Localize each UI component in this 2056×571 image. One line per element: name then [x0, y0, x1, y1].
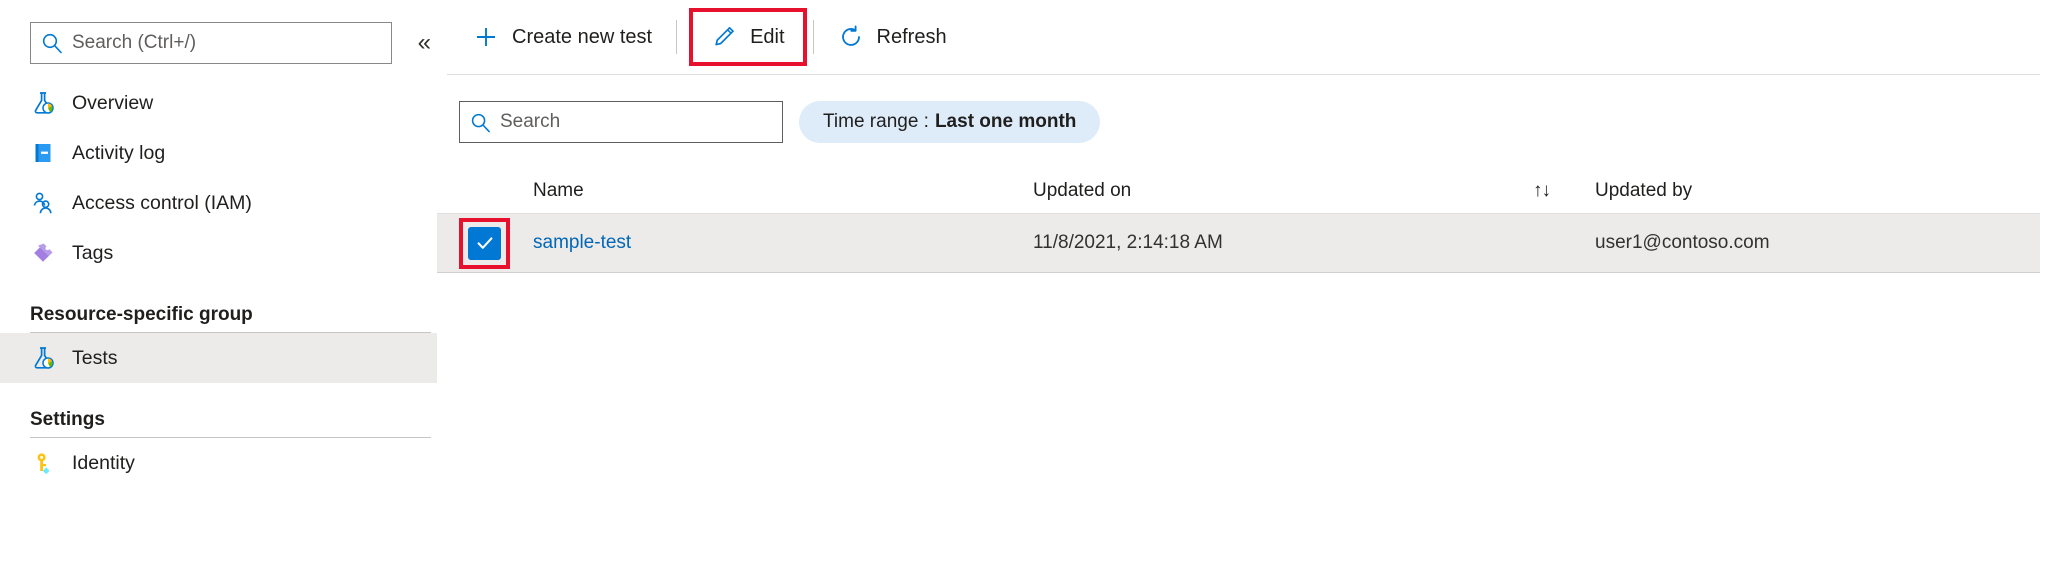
row-checkbox-highlight	[459, 217, 510, 269]
sort-arrows-glyph: ↑↓	[1533, 180, 1551, 201]
pencil-icon	[711, 24, 737, 50]
time-range-label: Time range :	[823, 111, 929, 132]
test-updated-by: user1@contoso.com	[1595, 232, 1770, 253]
refresh-label: Refresh	[876, 25, 947, 48]
sidebar-item-label: Tags	[72, 241, 114, 264]
edit-button[interactable]: Edit	[703, 14, 792, 60]
command-toolbar: Create new test Edit Refresh	[437, 0, 2056, 74]
tag-icon	[30, 240, 56, 266]
table-header-row: Name Updated on ↑↓ Updated by	[437, 169, 2040, 214]
time-range-filter[interactable]: Time range : Last one month	[799, 101, 1101, 143]
sidebar-item-access-control[interactable]: Access control (IAM)	[0, 178, 437, 228]
tests-table: Name Updated on ↑↓ Updated by sample-tes…	[437, 169, 2056, 273]
sidebar-item-tags[interactable]: Tags	[0, 228, 437, 278]
access-control-icon	[30, 190, 56, 216]
sidebar-item-label: Activity log	[72, 141, 166, 164]
list-search-input[interactable]	[500, 111, 772, 133]
refresh-button[interactable]: Refresh	[824, 14, 961, 60]
sidebar-search-input[interactable]	[72, 32, 381, 54]
sidebar-item-tests[interactable]: Tests	[0, 333, 437, 383]
row-select-cell	[459, 217, 533, 269]
toolbar-separator	[812, 20, 814, 54]
sidebar-item-activity-log[interactable]: Activity log	[0, 128, 437, 178]
main-content: Create new test Edit Refresh Search Time…	[437, 0, 2056, 571]
edit-label: Edit	[750, 25, 785, 48]
flask-chart-icon	[30, 90, 56, 116]
row-checkbox[interactable]	[468, 226, 501, 260]
column-header-updated-by[interactable]: Updated by	[1595, 180, 2040, 202]
column-header-updated-on[interactable]: Updated on	[1033, 180, 1533, 202]
sidebar-item-label: Overview	[72, 91, 154, 114]
table-row[interactable]: sample-test 11/8/2021, 2:14:18 AM user1@…	[437, 214, 2040, 273]
collapse-sidebar-icon[interactable]: «	[412, 27, 437, 59]
create-new-test-button[interactable]: Create new test	[459, 14, 666, 60]
list-search-box[interactable]	[459, 101, 783, 143]
sidebar-section-title: Settings	[30, 409, 105, 430]
sidebar: « Overview	[0, 0, 437, 571]
plus-icon	[473, 24, 499, 50]
azure-portal-screen: « Overview	[0, 0, 2056, 571]
refresh-icon	[838, 24, 864, 50]
search-icon	[41, 32, 63, 54]
sidebar-section-title: Resource-specific group	[30, 304, 253, 325]
sidebar-item-label: Tests	[72, 346, 118, 369]
time-range-value: Last one month	[934, 111, 1077, 132]
column-header-name[interactable]: Name	[533, 180, 1033, 202]
filter-row: Time range : Last one month	[437, 75, 2056, 143]
create-new-test-label: Create new test	[512, 25, 653, 48]
sidebar-item-label: Identity	[72, 451, 135, 474]
sidebar-search-box[interactable]	[30, 22, 392, 64]
sidebar-item-overview[interactable]: Overview	[0, 78, 437, 128]
edit-button-highlight: Edit	[689, 8, 807, 66]
sort-toggle-icon[interactable]: ↑↓	[1533, 180, 1595, 202]
sidebar-search-row: «	[0, 0, 437, 64]
activity-log-icon	[30, 140, 56, 166]
sidebar-item-identity[interactable]: Identity	[0, 438, 437, 488]
sidebar-nav-list: Overview Activity log Access control (IA…	[0, 78, 437, 278]
search-icon	[470, 112, 491, 133]
key-icon	[30, 450, 56, 476]
toolbar-separator	[676, 20, 678, 54]
sidebar-item-label: Access control (IAM)	[72, 191, 252, 214]
test-updated-on: 11/8/2021, 2:14:18 AM	[1033, 232, 1223, 253]
flask-chart-icon	[30, 345, 56, 371]
test-name-link[interactable]: sample-test	[533, 232, 1033, 254]
